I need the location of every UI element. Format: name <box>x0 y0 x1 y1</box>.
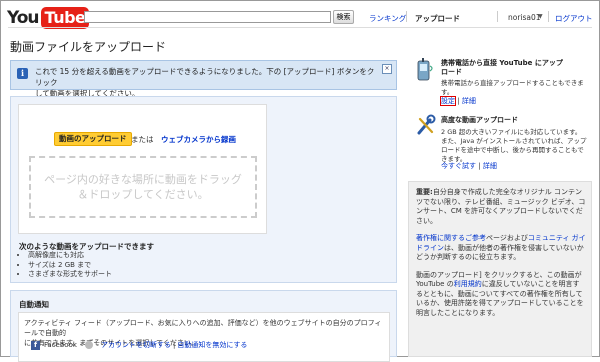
or-label: または <box>131 135 154 144</box>
important-text: 自分自身で作成した完全なオリジナル コンテンツでない限り、テレビ番組、ミュージッ… <box>416 188 586 225</box>
logo-tube: Tube <box>40 7 90 29</box>
drop-zone-text: ページ内の好きな場所に動画をドラッグ <box>44 173 242 186</box>
terms-note: 動画のアップロード] をクリックすると、この動画が YouTube の利用規約に… <box>416 271 586 319</box>
divider <box>406 11 407 22</box>
separator: - <box>96 341 99 349</box>
copyright-notes: 重要:自分自身で作成した完全なオリジナル コンテンツでない限り、テレビ番組、ミュ… <box>408 181 592 357</box>
list-item: さまざまな形式をサポート <box>28 270 112 280</box>
divider <box>548 11 549 22</box>
upload-box: 動画のアップロード または ウェブカメラから録画 ページ内の好きな場所に動画をド… <box>18 104 267 234</box>
separator: | <box>457 97 460 105</box>
desc-line: 2 GB 超の大きいファイルにも対応しています。 <box>441 128 582 136</box>
upload-link[interactable]: アップロード <box>415 13 460 24</box>
info-notice: i これで 15 分を超える動画をアップロードできるようになりました。下の [ア… <box>10 60 397 98</box>
guidelines-note: 著作権に関するご参考ページおよびコミュニティ ガイドラインは、動画が他者の著作権… <box>416 234 586 263</box>
mobile-upload-title: 携帯電話から直接 YouTube にアップ ロード <box>441 59 591 77</box>
facebook-label[interactable]: Facebook <box>44 341 77 349</box>
facebook-icon: f <box>31 340 40 350</box>
advanced-upload-desc: 2 GB 超の大きいファイルにも対応しています。 また、Java がインストール… <box>441 128 591 164</box>
mobile-phone-icon <box>417 58 433 81</box>
details-link[interactable]: 詳細 <box>483 162 497 170</box>
copyright-tips-link[interactable]: 著作権に関するご参考 <box>416 234 486 242</box>
facebook-row: f Facebook - - アカウントを切断する | 自動通知を無効にする <box>31 340 247 350</box>
notice-text: これで 15 分を超える動画をアップロードできるようになりました。下の [アップ… <box>35 66 375 99</box>
mobile-upload-section: 携帯電話から直接 YouTube にアップ ロード 携帯電話から直接アップロード… <box>441 59 591 97</box>
try-now-link[interactable]: 今すぐ試す <box>441 162 476 170</box>
details-link[interactable]: 詳細 <box>462 97 476 105</box>
chevron-down-icon[interactable]: ▼ <box>538 13 543 20</box>
important-note: 重要:自分自身で作成した完全なオリジナル コンテンツでない限り、テレビ番組、ミュ… <box>416 188 586 226</box>
upload-video-button[interactable]: 動画のアップロード <box>54 132 132 146</box>
drop-zone-text: ＆ドロップしてください。 <box>77 188 209 201</box>
ranking-link[interactable]: ランキング <box>369 13 406 24</box>
drop-zone[interactable]: ページ内の好きな場所に動画をドラッグ ＆ドロップしてください。 <box>29 156 257 218</box>
notice-line: これで 15 分を超える動画をアップロードできるようになりました。下の [アップ… <box>35 67 375 87</box>
google-icon <box>85 341 94 349</box>
logo-you: You <box>7 8 40 28</box>
auto-notify-title: 自動通知 <box>19 300 49 309</box>
close-icon[interactable]: × <box>382 64 392 74</box>
title-line: 携帯電話から直接 YouTube にアップ <box>441 59 563 67</box>
search-input[interactable] <box>84 11 331 23</box>
terms-link[interactable]: 利用規約 <box>454 280 482 288</box>
page-title: 動画ファイルをアップロード <box>10 40 167 54</box>
username-menu[interactable]: norisa01 <box>508 13 541 22</box>
header-divider <box>8 27 592 28</box>
logout-link[interactable]: ログアウト <box>555 13 593 24</box>
desc-line: また、Java がインストールされていれば、アップ <box>441 137 587 145</box>
features-list: 高解像度にも対応 サイズは 2 GB まで さまざまな形式をサポート <box>20 251 112 280</box>
divider <box>497 11 498 22</box>
mobile-links: 設定 | 詳細 <box>440 96 476 106</box>
important-label: 重要: <box>416 188 433 196</box>
advanced-upload-section: 高度な動画アップロード 2 GB 超の大きいファイルにも対応しています。 また、… <box>441 116 591 164</box>
guidelines-text: ページおよび <box>486 234 528 242</box>
desc-line: ロードを途中で中断し、後から再開することもで <box>441 146 584 154</box>
title-line: ロード <box>441 68 462 76</box>
advanced-links: 今すぐ試す | 詳細 <box>441 162 497 171</box>
settings-link[interactable]: 設定 <box>440 96 456 106</box>
disable-notify-link[interactable]: 自動通知を無効にする <box>177 340 247 350</box>
separator: | <box>478 162 481 170</box>
separator: | <box>172 341 176 349</box>
mobile-upload-desc: 携帯電話から直接アップロードすることもできます。 <box>441 79 584 96</box>
auto-notify-line: アクティビティ フィード（アップロード、お気に入りへの追加、評価など）を他のウェ… <box>24 319 382 337</box>
switch-account-link[interactable]: アカウントを切断する <box>101 340 171 350</box>
list-item: 高解像度にも対応 <box>28 251 112 261</box>
webcam-record-link[interactable]: ウェブカメラから録画 <box>161 134 236 145</box>
tools-icon <box>417 114 436 135</box>
auto-notify-box: アクティビティ フィード（アップロード、お気に入りへの追加、評価など）を他のウェ… <box>18 312 390 362</box>
separator: - <box>79 341 83 349</box>
advanced-upload-title: 高度な動画アップロード <box>441 116 518 124</box>
info-icon: i <box>17 68 28 79</box>
search-button[interactable]: 検索 <box>333 10 354 24</box>
list-item: サイズは 2 GB まで <box>28 261 112 271</box>
